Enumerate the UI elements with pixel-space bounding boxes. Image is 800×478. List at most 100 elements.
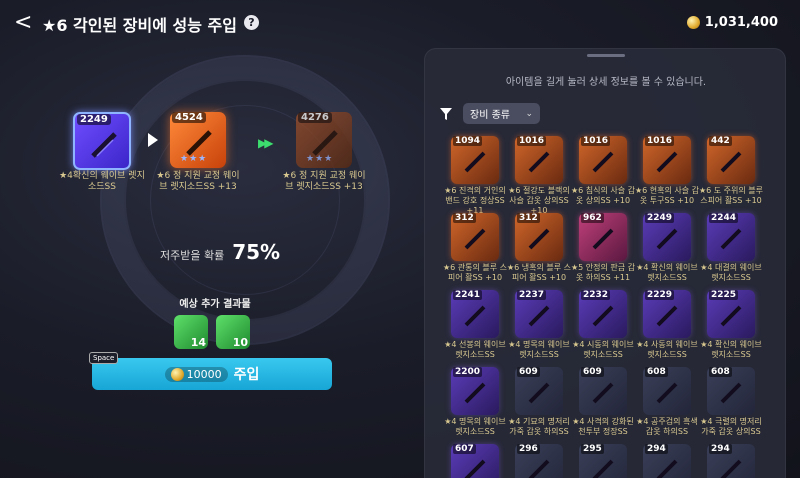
inventory-item[interactable]: 2200 xyxy=(451,367,499,415)
inventory-item[interactable]: 442 xyxy=(707,136,755,184)
inventory-item[interactable]: 294 xyxy=(707,444,755,478)
equipment-icon xyxy=(720,382,742,404)
item-power: 312 xyxy=(517,213,540,223)
item-power: 294 xyxy=(645,444,668,454)
source-item-slot[interactable]: 2249 xyxy=(73,112,131,170)
item-power: 608 xyxy=(709,367,732,377)
inventory-item[interactable]: 294 xyxy=(643,444,691,478)
item-name: ★4 선봉의 웨이브 렛지소드SS xyxy=(444,340,506,359)
equipment-icon xyxy=(464,151,486,173)
panel-grabber[interactable] xyxy=(587,54,625,57)
item-power: 1016 xyxy=(517,136,547,146)
item-power: 2237 xyxy=(517,290,547,300)
equipment-icon xyxy=(464,382,486,404)
inventory-item[interactable]: 608 xyxy=(643,367,691,415)
item-power: 1094 xyxy=(453,136,483,146)
result-item-name: ★6 정 지원 교정 웨이브 렛지소드SS +13 xyxy=(282,171,366,192)
extra-result-count: 10 xyxy=(232,336,248,349)
panel-hint: 아이템을 길게 눌러 상세 정보를 볼 수 있습니다. xyxy=(505,77,707,88)
extra-result-item[interactable]: 10 xyxy=(216,315,250,349)
equipment-icon xyxy=(464,459,486,478)
inventory-item[interactable]: 1094 xyxy=(451,136,499,184)
item-name: ★6 현혹의 사슬 갑옷 투구SS +10 xyxy=(634,186,700,205)
item-name: ★4 사동의 웨이브 렛지소드SS xyxy=(636,340,698,359)
source-item-name: ★4확신의 웨이브 렛지소드SS xyxy=(59,171,145,192)
inventory-item[interactable]: 296 xyxy=(515,444,563,478)
equipment-icon xyxy=(720,305,742,327)
inventory-item[interactable]: 609 xyxy=(515,367,563,415)
item-power: 2225 xyxy=(709,290,739,300)
equipment-icon xyxy=(528,382,550,404)
equipment-icon xyxy=(528,228,550,250)
inventory-item[interactable]: 1016 xyxy=(643,136,691,184)
back-button[interactable]: < xyxy=(14,10,36,36)
inventory-item[interactable]: 2249 xyxy=(643,213,691,261)
item-name: ★6 관통의 블루 스피어 활SS +10 xyxy=(442,263,508,282)
extra-result-count: 14 xyxy=(190,336,206,349)
inventory-item[interactable]: 2225 xyxy=(707,290,755,338)
item-power: 312 xyxy=(453,213,476,223)
inject-cost-amount: 10000 xyxy=(186,367,222,381)
double-arrow-icon: ▶▶ xyxy=(258,136,274,150)
equipment-icon xyxy=(592,382,614,404)
item-power: 442 xyxy=(709,136,732,146)
item-name: ★4 기묘의 명저리 가죽 갑옷 하의SS xyxy=(508,417,570,436)
equipment-icon xyxy=(720,459,742,478)
inventory-item[interactable]: 2232 xyxy=(579,290,627,338)
equipment-type-filter[interactable]: 장비 종류 ⌄ xyxy=(463,103,540,124)
inventory-item[interactable]: 295 xyxy=(579,444,627,478)
target-item-slot[interactable]: 4524 ★★★ xyxy=(170,112,226,168)
equipment-icon xyxy=(528,151,550,173)
currency-amount: 1,031,400 xyxy=(704,15,778,30)
currency-display: 1,031,400 xyxy=(686,15,778,30)
extra-result-item[interactable]: 14 xyxy=(174,315,208,349)
item-name: ★4 시동의 웨이브 렛지소드SS xyxy=(572,340,634,359)
inventory-item[interactable]: 1016 xyxy=(515,136,563,184)
inventory-panel: 아이템을 길게 눌러 상세 정보를 볼 수 있습니다. 장비 종류 ⌄ 1094… xyxy=(424,48,786,478)
equipment-icon xyxy=(592,459,614,478)
probability-value: 75% xyxy=(232,240,281,264)
item-name: ★6 절강도 블랙의 사슬 갑옷 상의SS +10 xyxy=(508,186,570,215)
equipment-icon xyxy=(528,305,550,327)
equipment-icon xyxy=(656,305,678,327)
inventory-item[interactable]: 2244 xyxy=(707,213,755,261)
inventory-item[interactable]: 312 xyxy=(515,213,563,261)
space-key-hint: Space xyxy=(89,352,119,364)
inventory-item[interactable]: 2229 xyxy=(643,290,691,338)
result-item-slot: 4276 ★★★ xyxy=(296,112,352,168)
item-name: ★4 확신의 웨이브 렛지소드SS xyxy=(636,263,698,282)
item-name: ★6 진격의 거인의 밴드 강호 정상SS +11 xyxy=(444,186,506,215)
equipment-icon xyxy=(656,459,678,478)
item-power: 607 xyxy=(453,444,476,454)
item-name: ★5 안정의 판금 갑옷 하의SS +11 xyxy=(570,263,636,282)
item-power: 294 xyxy=(709,444,732,454)
equipment-icon xyxy=(592,228,614,250)
equipment-icon xyxy=(592,305,614,327)
item-power: 296 xyxy=(517,444,540,454)
inventory-item[interactable]: 608 xyxy=(707,367,755,415)
item-name: ★4 명목의 웨이브 렛지소드SS xyxy=(508,340,570,359)
inject-button[interactable]: 10000 주입 xyxy=(92,358,332,390)
item-name: ★4 확신의 웨이브 렛지소드SS xyxy=(700,340,762,359)
item-name: ★4 극렬의 명저리 가죽 갑옷 상의SS xyxy=(700,417,762,436)
inventory-item[interactable]: 962 xyxy=(579,213,627,261)
header: < ★6 각인된 장비에 성능 주입 ? 1,031,400 xyxy=(0,0,800,48)
inventory-item[interactable]: 2237 xyxy=(515,290,563,338)
inventory-item[interactable]: 607 xyxy=(451,444,499,478)
result-item-stars: ★★★ xyxy=(306,154,334,164)
item-power: 962 xyxy=(581,213,604,223)
curse-probability: 저주받을 확률 75% xyxy=(160,240,280,264)
inventory-item[interactable]: 2241 xyxy=(451,290,499,338)
equipment-icon xyxy=(464,228,486,250)
item-power: 2244 xyxy=(709,213,739,223)
inventory-item[interactable]: 609 xyxy=(579,367,627,415)
coin-icon xyxy=(170,367,184,381)
item-power: 2249 xyxy=(645,213,675,223)
inventory-item[interactable]: 1016 xyxy=(579,136,627,184)
inventory-item[interactable]: 312 xyxy=(451,213,499,261)
filter-icon[interactable] xyxy=(439,107,453,121)
equipment-icon xyxy=(656,228,678,250)
item-name: ★4 명목의 웨이브 렛지소드SS xyxy=(444,417,506,436)
equipment-icon xyxy=(592,151,614,173)
help-icon[interactable]: ? xyxy=(244,15,259,30)
